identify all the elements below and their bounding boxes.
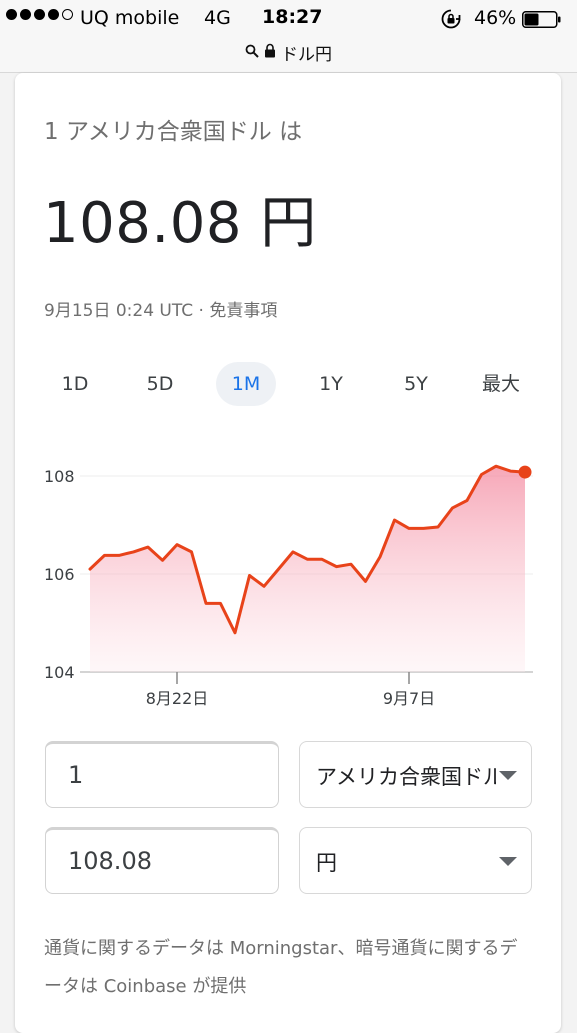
battery-icon <box>522 11 562 28</box>
y-tick-label: 106 <box>44 565 75 584</box>
from-amount-input[interactable] <box>68 761 268 789</box>
signal-dot <box>62 9 73 20</box>
address-bar[interactable]: ドル円 <box>0 38 577 73</box>
lock-icon <box>264 43 276 63</box>
chevron-down-icon <box>499 857 517 866</box>
clock: 18:27 <box>262 6 323 28</box>
signal-strength-icon <box>6 9 73 20</box>
from-amount-field[interactable] <box>45 741 279 808</box>
network-type: 4G <box>204 7 231 29</box>
data-source-note: 通貨に関するデータは Morningstar、暗号通貨に関するデータは Coin… <box>44 938 518 997</box>
chart-last-point <box>518 465 532 479</box>
signal-dot <box>34 9 45 20</box>
range-tab-5y[interactable]: 5Y <box>386 362 446 406</box>
range-tab-max[interactable]: 最大 <box>471 362 531 406</box>
range-tab-5d[interactable]: 5D <box>130 362 190 406</box>
to-amount-input[interactable] <box>68 847 268 875</box>
chevron-down-icon <box>499 771 517 780</box>
conversion-label: 1 アメリカ合衆国ドル は <box>44 119 303 145</box>
y-tick-label: 108 <box>44 467 75 486</box>
conversion-result: 108.08 円 <box>43 191 317 256</box>
x-tick-label: 8月22日 <box>146 689 209 708</box>
to-currency-select[interactable]: 円 <box>299 827 532 894</box>
chart-area-fill <box>90 466 525 672</box>
to-amount-field[interactable] <box>45 827 279 894</box>
range-tab-1d[interactable]: 1D <box>45 362 105 406</box>
signal-dot <box>20 9 31 20</box>
battery-percent: 46% <box>474 7 517 29</box>
range-tab-1m[interactable]: 1M <box>216 362 276 406</box>
exchange-rate-chart[interactable]: 108 106 104 8月22日 9月7日 <box>0 440 577 720</box>
to-currency-value: 円 <box>316 851 337 875</box>
conversion-timestamp: 9月15日 0:24 UTC · 免責事項 <box>44 296 277 321</box>
carrier-name: UQ mobile <box>80 7 180 29</box>
search-icon <box>245 43 259 63</box>
rotation-lock-icon <box>439 7 463 36</box>
url-text: ドル円 <box>281 45 332 65</box>
from-currency-value: アメリカ合衆国ドル <box>316 765 496 789</box>
signal-dot <box>48 9 59 20</box>
disclaimer-link[interactable]: 免責事項 <box>209 301 277 321</box>
signal-dot <box>6 9 17 20</box>
separator: · <box>193 301 210 321</box>
range-tab-1y[interactable]: 1Y <box>301 362 361 406</box>
from-currency-select[interactable]: アメリカ合衆国ドル <box>299 741 532 808</box>
x-tick-label: 9月7日 <box>383 689 435 708</box>
timestamp-text: 9月15日 0:24 UTC <box>44 301 194 321</box>
y-tick-label: 104 <box>44 663 75 682</box>
status-bar: UQ mobile 4G 18:27 46% <box>0 0 577 38</box>
